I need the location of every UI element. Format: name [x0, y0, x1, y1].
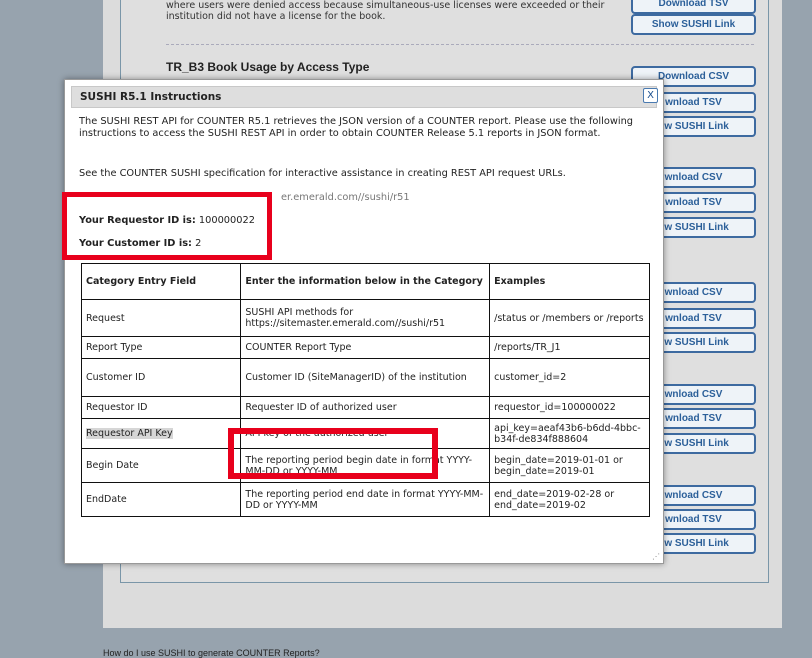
dialog-title: SUSHI R5.1 Instructions	[80, 91, 222, 103]
table-row: Report Type COUNTER Report Type /reports…	[80, 336, 650, 359]
annotation-highlight-box	[62, 192, 272, 260]
divider	[166, 44, 754, 45]
section-title: TR_B3 Book Usage by Access Type	[166, 60, 370, 74]
report-description: where users were denied access because s…	[166, 0, 605, 22]
table-cell: COUNTER Report Type	[240, 336, 491, 359]
table-cell: end_date=2019-02-28 or end_date=2019-02	[489, 482, 650, 517]
table-cell: /status or /members or /reports	[489, 299, 650, 337]
table-cell: SUSHI API methods for https://sitemaster…	[240, 299, 491, 337]
table-cell: EndDate	[80, 482, 242, 517]
spec-text: See the COUNTER SUSHI specification for …	[79, 168, 566, 179]
column-header: Category Entry Field	[80, 263, 242, 300]
intro-text: The SUSHI REST API for COUNTER R5.1 retr…	[79, 116, 633, 139]
table-cell: Customer ID (SiteManagerID) of the insti…	[240, 358, 491, 397]
dialog-header: SUSHI R5.1 Instructions X	[71, 86, 658, 108]
table-cell: requestor_id=100000022	[489, 396, 650, 419]
table-cell: customer_id=2	[489, 358, 650, 397]
table-cell: The reporting period end date in format …	[240, 482, 491, 517]
table-row: Request SUSHI API methods for https://si…	[80, 299, 650, 337]
table-row: EndDate The reporting period end date in…	[80, 482, 650, 517]
show-sushi-link-button[interactable]: Show SUSHI Link	[631, 14, 756, 35]
table-cell: Begin Date	[80, 448, 242, 483]
table-row: Customer ID Customer ID (SiteManagerID) …	[80, 358, 650, 397]
column-header: Examples	[489, 263, 650, 300]
column-header: Enter the information below in the Categ…	[240, 263, 491, 300]
table-cell: Report Type	[80, 336, 242, 359]
annotation-highlight-box	[228, 428, 438, 479]
resize-handle-icon[interactable]: ⋰	[652, 552, 661, 561]
table-cell: /reports/TR_J1	[489, 336, 650, 359]
table-header-row: Category Entry Field Enter the informati…	[80, 263, 650, 300]
sushi-url-text: er.emerald.com//sushi/r51	[281, 192, 410, 203]
table-cell: Requestor API Key	[80, 418, 242, 449]
table-cell: Requestor ID	[80, 396, 242, 419]
table-row: Requestor ID Requester ID of authorized …	[80, 396, 650, 419]
table-cell: Request	[80, 299, 242, 337]
table-cell: Customer ID	[80, 358, 242, 397]
table-cell: Requester ID of authorized user	[240, 396, 491, 419]
table-cell: begin_date=2019-01-01 or begin_date=2019…	[489, 448, 650, 483]
close-button[interactable]: X	[643, 88, 658, 103]
table-cell: api_key=aeaf43b6-b6dd-4bbc-b34f-de834f88…	[489, 418, 650, 449]
selected-text: Requestor API Key	[86, 428, 173, 439]
faq-link[interactable]: How do I use SUSHI to generate COUNTER R…	[103, 648, 320, 658]
download-tsv-button[interactable]: Download TSV	[631, 0, 756, 14]
sushi-instructions-dialog: SUSHI R5.1 Instructions X The SUSHI REST…	[64, 79, 664, 564]
